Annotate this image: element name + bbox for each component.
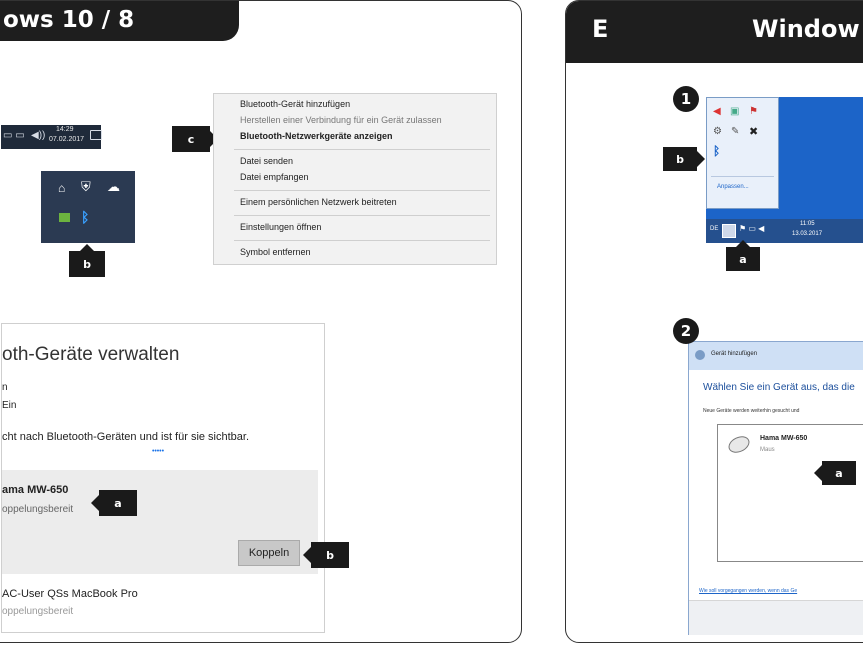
win7-desktop: ◀ ▣ ⚑ ⚙ ✎ ✖ ᛒ Anpassen... DE ⚑ ▭ ◀ 11:05…: [706, 97, 863, 243]
left-header: ows 10 / 8: [0, 1, 239, 41]
label-c: c: [172, 126, 218, 152]
shield-icon[interactable]: ⛨: [81, 179, 91, 195]
usb-icon[interactable]: ⌂: [58, 181, 65, 195]
taskbar-date: 07.02.2017: [49, 136, 85, 143]
bt-window: oth-Geräte verwalten n Ein cht nach Blue…: [1, 323, 325, 633]
bt-device1-name: ama MW-650: [2, 484, 69, 496]
menu-separator: [234, 149, 490, 150]
menu-separator: [234, 215, 490, 216]
tray-separator: [711, 176, 774, 177]
pair-button[interactable]: Koppeln: [238, 540, 300, 566]
close-icon[interactable]: ✖: [749, 125, 758, 138]
taskbar-date: 13.03.2017: [792, 231, 823, 237]
device-list: Hama MW-650 Maus: [717, 424, 863, 562]
pair-button-label: Koppeln: [248, 547, 290, 559]
device-type: Maus: [760, 447, 775, 453]
menu-open-settings[interactable]: Einstellungen öffnen: [240, 222, 321, 232]
mouse-icon: [725, 433, 753, 456]
win7-wizard: Gerät hinzufügen Wählen Sie ein Gerät au…: [688, 341, 863, 635]
label-b-tray: b: [69, 244, 105, 277]
win10-tray-popup: ⌂ ⛨ ☁ ᛒ: [41, 171, 135, 243]
taskbar-tray-icons: ⚑ ▭ ◀: [739, 224, 765, 233]
context-menu: Bluetooth-Gerät hinzufügen Herstellen ei…: [213, 93, 497, 265]
gear-icon[interactable]: ⚙: [713, 126, 722, 137]
wizard-help-link[interactable]: Wie soll vorgegangen werden, wenn das Ge: [699, 588, 797, 594]
taskbar-icons: ▭ ▭: [3, 130, 25, 141]
bt-device-row-selected[interactable]: ama MW-650 oppelungsbereit Koppeln: [2, 470, 318, 574]
menu-add-device[interactable]: Bluetooth-Gerät hinzufügen: [240, 99, 350, 109]
menu-send-file[interactable]: Datei senden: [240, 156, 293, 166]
label-b-tray: b: [663, 147, 705, 171]
flag-icon[interactable]: ⚑: [749, 106, 758, 117]
taskbar-lang: DE: [710, 226, 719, 232]
menu-remove-icon[interactable]: Symbol entfernen: [240, 247, 311, 257]
nvidia-icon[interactable]: [59, 213, 70, 222]
device-name: Hama MW-650: [760, 435, 808, 442]
bt-device2-name[interactable]: AC-User QSs MacBook Pro: [2, 588, 138, 600]
label-a-tray: a: [726, 240, 760, 271]
taskbar-time: 14:29: [56, 126, 74, 133]
action-center-icon[interactable]: [90, 130, 102, 140]
taskbar-time: 11:05: [800, 221, 815, 227]
step-2-badge: 2: [673, 318, 699, 344]
network-icon[interactable]: ▣: [730, 106, 739, 117]
win7-taskbar: DE ⚑ ▭ ◀ 11:05 13.03.2017: [706, 219, 863, 243]
back-icon[interactable]: [695, 350, 705, 360]
speaker-icon[interactable]: ◀: [713, 106, 721, 117]
label-a-wizard: a: [814, 461, 856, 485]
bt-device2-status: oppelungsbereit: [2, 606, 74, 617]
menu-show-network-devices[interactable]: Bluetooth-Netzwerkgeräte anzeigen: [240, 131, 393, 141]
cloud-icon[interactable]: ☁: [107, 179, 120, 195]
wizard-heading: Wählen Sie ein Gerät aus, das die: [703, 382, 855, 393]
wizard-footer: [689, 600, 863, 635]
menu-separator: [234, 240, 490, 241]
right-header: E Window: [566, 1, 863, 63]
label-a: a: [91, 490, 137, 516]
bluetooth-icon[interactable]: ᛒ: [713, 144, 720, 158]
pen-icon[interactable]: ✎: [731, 126, 739, 137]
menu-receive-file[interactable]: Datei empfangen: [240, 172, 309, 182]
right-panel: E Window ◀ ▣ ⚑ ⚙ ✎ ✖ ᛒ Anpassen... DE ⚑ …: [565, 0, 863, 643]
section-letter: E: [592, 15, 609, 43]
bt-progress-dots: • • • • •: [152, 448, 164, 455]
step-1-badge: 1: [673, 86, 699, 112]
bt-device1-status: oppelungsbereit: [2, 504, 74, 515]
bt-line1: n: [2, 382, 8, 393]
bt-window-title: oth-Geräte verwalten: [2, 344, 180, 365]
bt-search-text: cht nach Bluetooth-Geräten und ist für s…: [2, 431, 250, 443]
menu-allow-connection[interactable]: Herstellen einer Verbindung für ein Gerä…: [240, 115, 442, 125]
right-header-title: Window: [752, 15, 860, 43]
win7-tray-popup: ◀ ▣ ⚑ ⚙ ✎ ✖ ᛒ Anpassen...: [706, 97, 779, 209]
menu-join-pan[interactable]: Einem persönlichen Netzwerk beitreten: [240, 197, 397, 207]
menu-separator: [234, 190, 490, 191]
left-header-title: ows 10 / 8: [3, 7, 135, 33]
bluetooth-icon[interactable]: ᛒ: [81, 209, 89, 225]
customize-link[interactable]: Anpassen...: [717, 184, 749, 190]
wizard-titlebar: Gerät hinzufügen: [689, 342, 863, 370]
left-panel: ows 10 / 8 ▭ ▭ ◀)) 14:29 07.02.2017 ⌂ ⛨ …: [0, 0, 522, 643]
win10-taskbar: ▭ ▭ ◀)) 14:29 07.02.2017: [1, 125, 102, 149]
wizard-title: Gerät hinzufügen: [711, 351, 758, 357]
label-b: b: [303, 542, 349, 568]
volume-icon[interactable]: ◀)): [31, 130, 45, 141]
tray-expand-icon[interactable]: [722, 224, 736, 238]
bt-line2: Ein: [2, 400, 17, 411]
wizard-subtext: Neue Geräte werden weiterhin gesucht und: [703, 408, 800, 414]
